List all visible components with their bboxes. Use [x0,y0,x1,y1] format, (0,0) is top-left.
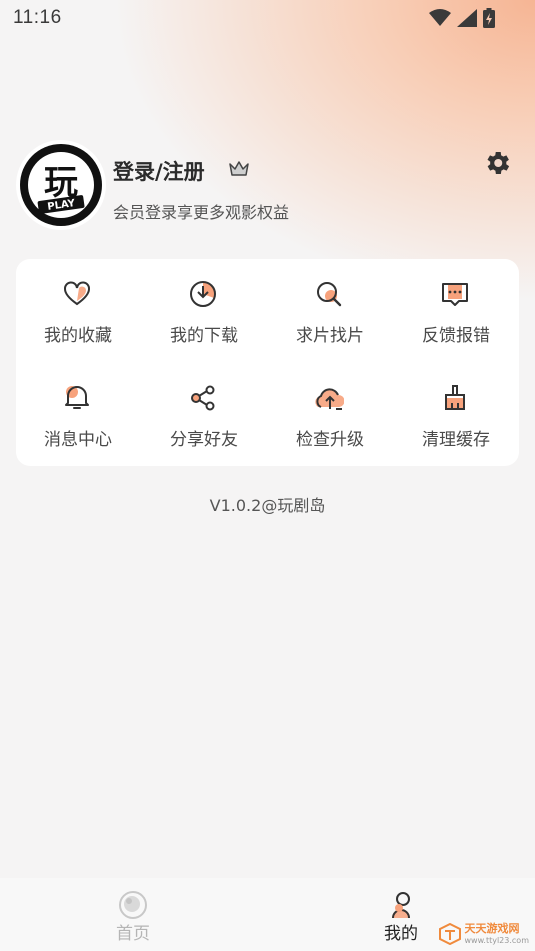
menu-card: 我的收藏 我的下载 求片找片 反馈报错 消息中心 分享好友 检查升级 清理缓存 [16,259,519,466]
status-bar: 11:16 [0,0,535,38]
download-icon [190,281,216,307]
status-time: 11:16 [13,7,62,28]
menu-item-share[interactable]: 分享好友 [142,363,262,453]
menu-item-feedback[interactable]: 反馈报错 [394,259,514,349]
menu-item-messages[interactable]: 消息中心 [16,363,136,453]
user-icon [392,892,410,919]
broom-icon [445,385,465,410]
heart-icon [64,281,90,306]
menu-label: 求片找片 [296,326,364,346]
share-icon [191,385,215,411]
menu-item-check-update[interactable]: 检查升级 [268,363,388,453]
tab-home[interactable]: 首页 [73,878,193,951]
menu-item-request-movie[interactable]: 求片找片 [268,259,388,349]
menu-item-favorites[interactable]: 我的收藏 [16,259,136,349]
feedback-icon [442,283,468,306]
watermark-url: www.ttyl23.com [464,935,529,945]
menu-item-clear-cache[interactable]: 清理缓存 [394,363,514,453]
tab-home-label: 首页 [116,924,150,944]
battery-icon [483,8,495,28]
menu-label: 我的收藏 [44,326,112,346]
menu-label: 检查升级 [296,430,364,450]
menu-label: 反馈报错 [422,326,490,346]
settings-gear-icon[interactable] [482,148,512,178]
menu-item-downloads[interactable]: 我的下载 [142,259,262,349]
home-icon [119,891,147,919]
avatar[interactable]: 玩 PLAY [18,142,104,228]
search-icon [317,282,342,307]
watermark: 天天游戏网 www.ttyl23.com [438,922,529,945]
menu-label: 我的下载 [170,326,238,346]
menu-label: 清理缓存 [422,430,490,450]
wifi-icon [429,9,451,26]
bottom-tab-bar: 首页 我的 天天游戏网 www.ttyl23.com [0,878,535,951]
member-subtitle: 会员登录享更多观影权益 [113,203,290,222]
watermark-text: 天天游戏网 [464,922,520,936]
login-register-link[interactable]: 登录/注册 [113,156,205,186]
bell-icon [65,386,89,409]
menu-label: 分享好友 [170,430,238,450]
crown-icon [229,161,249,176]
upgrade-icon [315,388,344,410]
profile-section[interactable]: 玩 PLAY 登录/注册 会员登录享更多观影权益 [18,142,518,232]
menu-label: 消息中心 [44,430,112,450]
version-text: V1.0.2@玩剧岛 [209,496,326,515]
watermark-logo-icon [438,923,461,945]
play-logo-icon: 玩 PLAY [20,144,102,226]
signal-icon [457,9,477,27]
